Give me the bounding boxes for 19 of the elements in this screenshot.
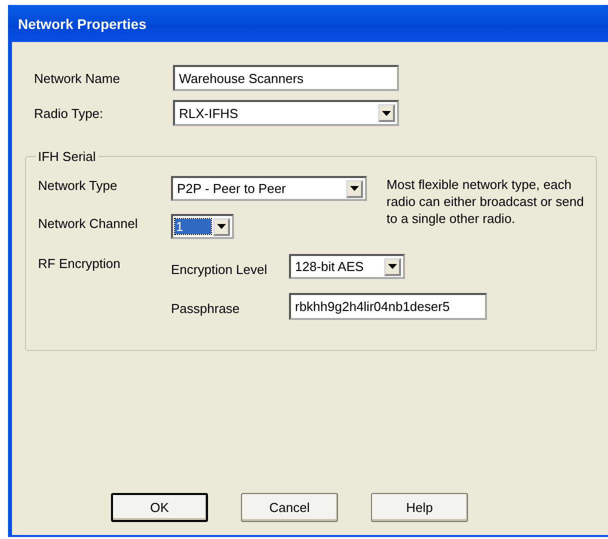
dialog-button[interactable]: Help [371, 493, 468, 522]
group-title: IFH Serial [36, 149, 98, 164]
field-label: Network Name [34, 70, 121, 86]
dropdown[interactable]: P2P - Peer to Peer [171, 176, 367, 201]
dropdown[interactable]: RLX-IFHS [173, 100, 399, 126]
dialog-button[interactable]: OK [111, 493, 208, 522]
passphrase-field[interactable]: rbkhh9g2h4lir04nb1deser5 [289, 293, 487, 320]
field-label: Network Type [38, 177, 118, 193]
description-text: Most flexible network type, each radio can either broadcast or send to a single other radio. [386, 176, 585, 227]
field-label: Network Channel [38, 215, 139, 231]
field-label: Radio Type: [34, 106, 104, 120]
dialog-button[interactable]: Cancel [241, 493, 338, 522]
field-label: Passphrase [171, 300, 241, 316]
field-label: RF Encryption [38, 255, 122, 271]
text-field[interactable]: Warehouse Scanners [173, 65, 399, 91]
field-label: Encryption Level [171, 261, 268, 277]
dropdown[interactable]: 1 [171, 214, 234, 239]
window-title: Network Properties [18, 16, 146, 32]
dropdown[interactable]: 128-bit AES [289, 254, 405, 279]
